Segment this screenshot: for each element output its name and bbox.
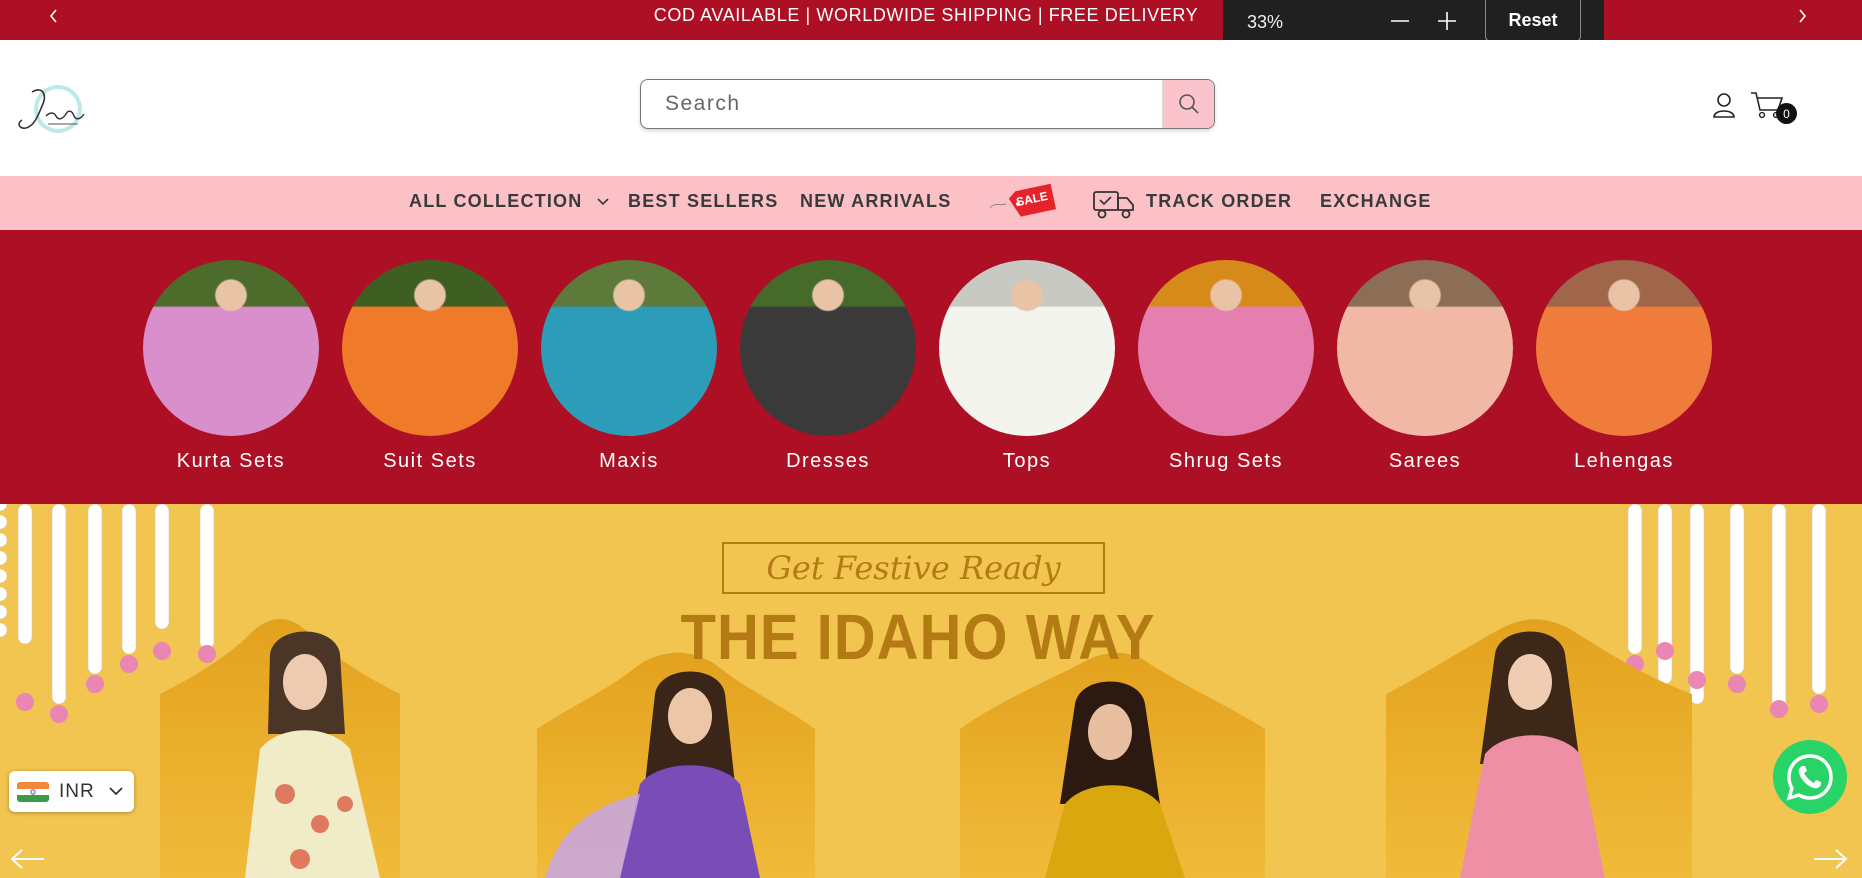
announcement-next-button[interactable] [1792,6,1812,26]
hero-headline: THE IDAHO WAY [680,601,1156,674]
cart-count-badge: 0 [1776,103,1797,124]
search-icon [1178,94,1199,114]
nav-all-collection-label: ALL COLLECTION [409,191,583,211]
chevron-down-icon [597,198,609,206]
hero-next-button[interactable] [1810,844,1850,874]
category-image [1337,260,1513,436]
category-image [740,260,916,436]
category-label: Kurta Sets [176,450,286,472]
brand-logo[interactable] [12,76,96,142]
category-maxis[interactable]: Maxis [541,260,717,473]
category-tops[interactable]: Tops [939,260,1115,473]
category-suit-sets[interactable]: Suit Sets [342,260,518,473]
search-input[interactable] [641,80,1161,128]
category-image [1536,260,1712,436]
main-nav: ALL COLLECTION BEST SELLERS NEW ARRIVALS… [0,176,1862,230]
category-label: Lehengas [1574,450,1674,472]
currency-code: INR [59,780,95,802]
nav-exchange[interactable]: EXCHANGE [1320,176,1432,230]
category-strip: Kurta Sets Suit Sets Maxis Dresses Tops … [0,230,1862,504]
category-kurta-sets[interactable]: Kurta Sets [143,260,319,473]
zoom-out-button[interactable] [1385,6,1415,36]
hero-tagline: Get Festive Ready [766,549,1061,587]
arrow-left-icon [10,849,44,869]
hero-tagline-box: Get Festive Ready [722,542,1105,594]
india-flag-icon [17,781,49,802]
chevron-right-icon [1799,9,1807,23]
hero-banner[interactable]: Get Festive Ready THE IDAHO WAY [0,504,1862,878]
account-button[interactable] [1712,92,1736,118]
cart-button[interactable]: 0 [1750,90,1798,124]
category-label: Sarees [1388,450,1462,472]
minus-icon [1391,20,1409,22]
category-image [541,260,717,436]
whatsapp-button[interactable] [1773,740,1847,814]
zoom-reset-button[interactable]: Reset [1485,0,1581,42]
plus-icon [1438,12,1456,30]
category-image [143,260,319,436]
category-image [1138,260,1314,436]
logo-icon [18,85,85,133]
category-label: Tops [1002,450,1052,472]
nav-best-sellers[interactable]: BEST SELLERS [628,176,778,230]
category-lehengas[interactable]: Lehengas [1536,260,1712,473]
chevron-down-icon [109,787,123,796]
search-button[interactable] [1162,80,1214,128]
nav-all-collection[interactable]: ALL COLLECTION [409,176,609,230]
search-bar [640,79,1215,129]
whatsapp-icon [1786,754,1833,801]
category-image [342,260,518,436]
category-label: Dresses [786,450,870,472]
sale-badge[interactable]: SALE [988,183,1058,220]
truck-icon [1092,188,1136,220]
zoom-level: 33% [1247,12,1284,32]
category-sarees[interactable]: Sarees [1337,260,1513,473]
hero-prev-button[interactable] [8,844,48,874]
category-image [939,260,1115,436]
category-label: Shrug Sets [1169,450,1283,472]
currency-selector[interactable]: INR [9,771,134,812]
nav-track-order[interactable]: TRACK ORDER [1146,176,1292,230]
zoom-in-button[interactable] [1432,6,1462,36]
user-icon [1713,93,1735,118]
arrow-right-icon [1814,849,1848,869]
category-label: Suit Sets [383,450,477,472]
nav-new-arrivals[interactable]: NEW ARRIVALS [800,176,951,230]
category-shrug-sets[interactable]: Shrug Sets [1138,260,1314,473]
category-dresses[interactable]: Dresses [740,260,916,473]
site-header: 0 [0,40,1862,176]
category-label: Maxis [599,450,659,472]
